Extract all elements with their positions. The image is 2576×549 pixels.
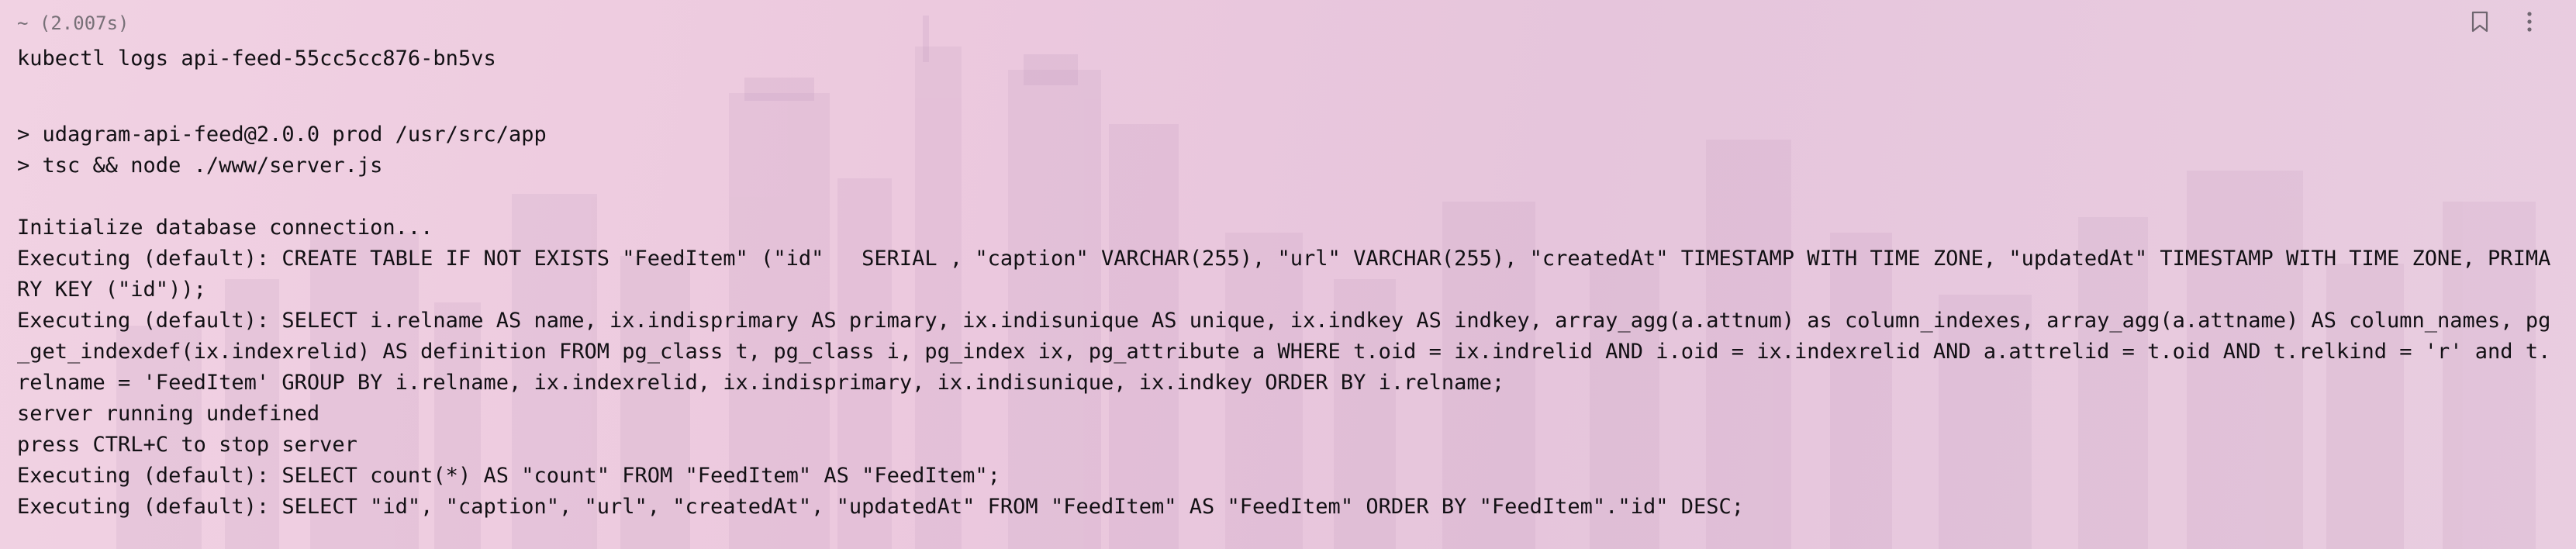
command-text[interactable]: kubectl logs api-feed-55cc5cc876-bn5vs xyxy=(17,43,496,74)
output-line: press CTRL+C to stop server xyxy=(17,433,357,457)
more-vertical-icon[interactable] xyxy=(2514,6,2545,37)
output-line: Executing (default): SELECT "id", "capti… xyxy=(17,495,1744,519)
output-line: Executing (default): CREATE TABLE IF NOT… xyxy=(17,247,2551,302)
command-output: > udagram-api-feed@2.0.0 prod /usr/src/a… xyxy=(17,119,2560,523)
output-line: > tsc && node ./www/server.js xyxy=(17,154,383,178)
cwd-timing-label: ~ (2.007s) xyxy=(17,12,129,34)
bookmark-icon[interactable] xyxy=(2464,6,2495,37)
block-header: ~ (2.007s) xyxy=(17,8,129,39)
output-line: Executing (default): SELECT i.relname AS… xyxy=(17,309,2551,395)
output-line: Initialize database connection... xyxy=(17,216,433,240)
block-actions xyxy=(2464,6,2545,37)
output-line: > udagram-api-feed@2.0.0 prod /usr/src/a… xyxy=(17,123,547,147)
output-line: server running undefined xyxy=(17,402,320,426)
terminal-output-block: ~ (2.007s) kubectl logs api-feed-55cc5cc… xyxy=(0,0,2576,549)
output-line: Executing (default): SELECT count(*) AS … xyxy=(17,464,1000,488)
